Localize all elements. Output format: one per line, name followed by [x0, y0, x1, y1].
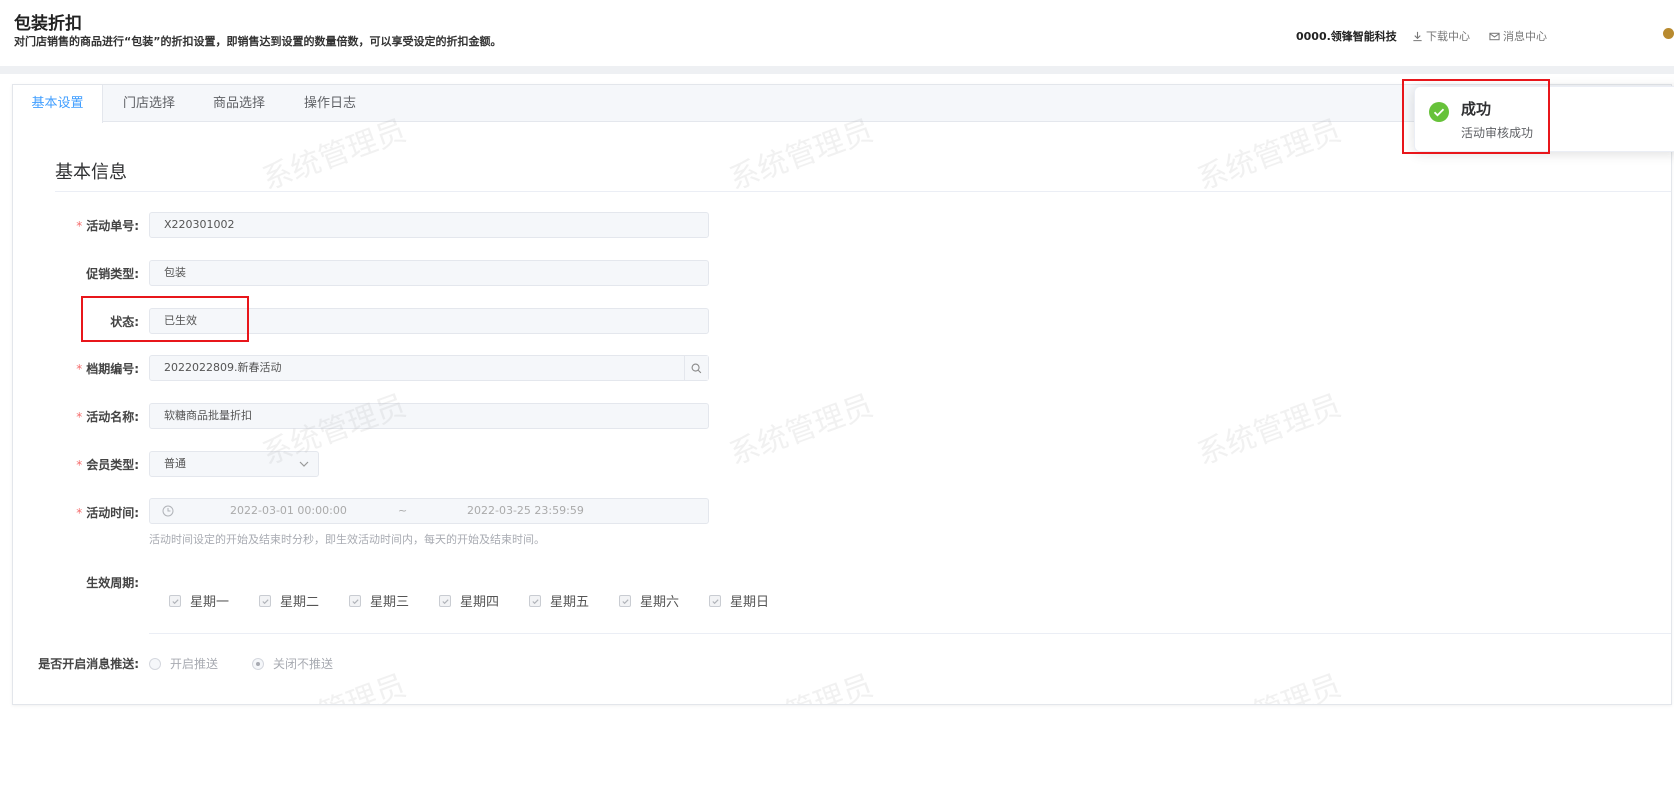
chevron-down-icon — [299, 461, 309, 467]
checkbox-box — [439, 594, 451, 607]
download-icon — [1413, 31, 1422, 41]
header-separator — [0, 66, 1674, 74]
period-search-button[interactable] — [684, 356, 708, 380]
message-center-label: 消息中心 — [1503, 30, 1547, 43]
promo-type-label: 促销类型: — [86, 267, 139, 281]
radio-circle — [252, 657, 264, 670]
search-icon — [691, 363, 702, 373]
check-icon — [532, 598, 539, 604]
radio-circle — [149, 657, 161, 670]
activity-time-hint: 活动时间设定的开始及结束时分秒，即生效活动时间内，每天的开始及结束时间。 — [149, 533, 545, 546]
member-type-value: 普通 — [164, 457, 186, 470]
download-center-label: 下载中心 — [1426, 30, 1470, 43]
checkbox-sun[interactable]: 星期日 — [709, 591, 769, 610]
section-divider — [55, 191, 1671, 192]
period-no-value: 2022022809.新春活动 — [164, 361, 282, 374]
radio-push-off[interactable]: 关闭不推送 — [252, 655, 333, 672]
time-start: 2022-03-01 00:00:00 — [230, 504, 347, 517]
status-highlight-box — [81, 296, 249, 342]
clock-icon — [162, 505, 174, 517]
tab-basic-settings[interactable]: 基本设置 — [13, 85, 103, 123]
page-subtitle: 对门店销售的商品进行“包装”的折扣设置，即销售达到设置的数量倍数，可以享受设定的… — [14, 35, 502, 48]
page-header: 包装折扣 对门店销售的商品进行“包装”的折扣设置，即销售达到设置的数量倍数，可以… — [0, 0, 1674, 66]
page-title: 包装折扣 — [14, 14, 82, 34]
check-icon — [622, 598, 629, 604]
tab-product-selection[interactable]: 商品选择 — [198, 85, 280, 122]
period-no-label: * 档期编号: — [76, 362, 139, 376]
checkbox-fri[interactable]: 星期五 — [529, 591, 589, 610]
activity-name-label: * 活动名称: — [76, 410, 139, 424]
time-end: 2022-03-25 23:59:59 — [467, 504, 584, 517]
main-card: 基本设置 门店选择 商品选择 操作日志 基本信息 * 活动单号: X2203010… — [12, 84, 1672, 705]
activity-no-field: X220301002 — [149, 212, 709, 238]
activity-name-field[interactable]: 软糖商品批量折扣 — [149, 403, 709, 429]
time-separator: ~ — [398, 504, 408, 517]
checkbox-thu[interactable]: 星期四 — [439, 591, 499, 610]
download-center-link[interactable]: 下载中心 — [1412, 28, 1470, 44]
activity-no-label: * 活动单号: — [76, 219, 139, 233]
promo-type-field: 包装 — [149, 260, 709, 286]
check-icon — [352, 598, 359, 604]
cycle-label: 生效周期: — [86, 576, 139, 590]
watermark: 系统管理员 — [1192, 388, 1346, 473]
checkbox-wed[interactable]: 星期三 — [349, 591, 409, 610]
period-no-field[interactable]: 2022022809.新春活动 — [149, 355, 709, 381]
checkbox-box — [709, 594, 721, 607]
watermark: 系统管理员 — [724, 388, 878, 473]
watermark: 系统管理员 — [1190, 661, 1346, 704]
checkbox-box — [259, 594, 271, 607]
check-icon — [712, 598, 719, 604]
tab-operation-log[interactable]: 操作日志 — [289, 85, 371, 122]
message-center-link[interactable]: 消息中心 — [1489, 28, 1547, 44]
form-divider — [149, 633, 1671, 634]
member-type-label: * 会员类型: — [76, 458, 139, 472]
checkbox-box — [349, 594, 361, 607]
company-name[interactable]: 0000.领锋智能科技 — [1296, 28, 1397, 44]
checkbox-sat[interactable]: 星期六 — [619, 591, 679, 610]
checkbox-box — [529, 594, 541, 607]
push-label: 是否开启消息推送: — [38, 657, 139, 671]
checkbox-mon[interactable]: 星期一 — [169, 591, 229, 610]
checkbox-box — [619, 594, 631, 607]
member-type-select[interactable]: 普通 — [149, 451, 319, 477]
activity-time-range[interactable]: 2022-03-01 00:00:00 ~ 2022-03-25 23:59:5… — [149, 498, 709, 524]
check-icon — [262, 598, 269, 604]
checkbox-box — [169, 594, 181, 607]
check-icon — [442, 598, 449, 604]
activity-time-label: * 活动时间: — [76, 506, 139, 520]
checkbox-tue[interactable]: 星期二 — [259, 591, 319, 610]
avatar[interactable] — [1663, 28, 1674, 39]
notification-highlight-box — [1402, 79, 1550, 154]
tab-store-selection[interactable]: 门店选择 — [108, 85, 190, 122]
watermark: 系统管理员 — [722, 661, 878, 704]
radio-push-on[interactable]: 开启推送 — [149, 655, 218, 672]
check-icon — [172, 598, 179, 604]
section-title: 基本信息 — [55, 162, 127, 183]
mail-icon — [1489, 32, 1500, 40]
